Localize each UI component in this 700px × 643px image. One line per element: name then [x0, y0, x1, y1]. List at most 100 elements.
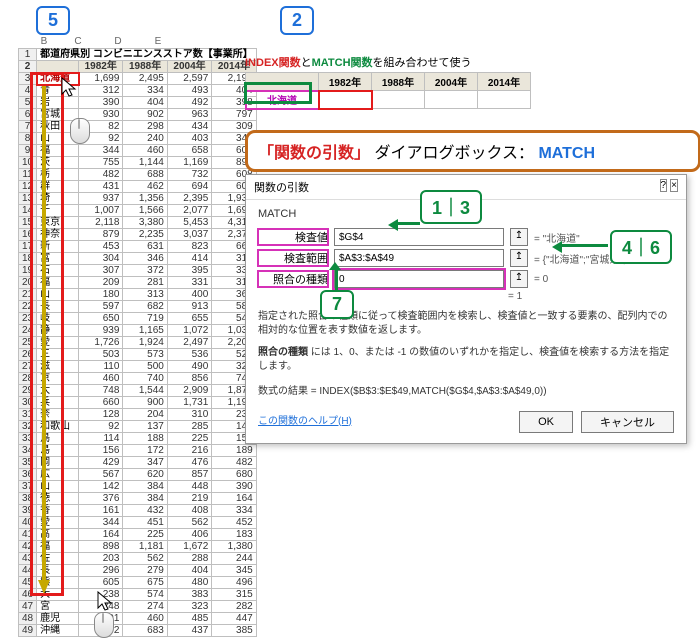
table-row[interactable]: 34島156172216189	[19, 445, 257, 457]
table-row[interactable]: 9福344460658608	[19, 145, 257, 157]
spreadsheet-left[interactable]: 1都道府県別 コンビニエンスストア数【事業所】 2 1982年 1988年 20…	[18, 48, 257, 637]
table-row[interactable]: 46大238574383315	[19, 589, 257, 601]
table-row[interactable]: 42福8981,1811,6721,380	[19, 541, 257, 553]
mouse-icon	[94, 612, 114, 640]
table-row[interactable]: 3北海道1,6992,4952,5972,194	[19, 73, 257, 85]
result-cell[interactable]	[319, 91, 372, 109]
table-row[interactable]: 18富304346414314	[19, 253, 257, 265]
callout-5: 5	[36, 6, 70, 35]
table-row[interactable]: 25愛1,7261,9242,4972,204	[19, 337, 257, 349]
table-row[interactable]: 23岐650719655548	[19, 313, 257, 325]
table-row[interactable]: 4青312334493404	[19, 85, 257, 97]
dialog-close-button[interactable]: ×	[670, 179, 678, 192]
arg-label-lookup-array: 検査範囲	[258, 250, 328, 266]
table-row[interactable]: 44長296279404345	[19, 565, 257, 577]
table-row[interactable]: 32和歌山92137285145	[19, 421, 257, 433]
year-head: 1982年	[79, 61, 123, 73]
table-row[interactable]: 8山92240403344	[19, 133, 257, 145]
table-row[interactable]: 45熊605675480496	[19, 577, 257, 589]
table-row[interactable]: 24静9391,1651,0721,030	[19, 325, 257, 337]
table-row[interactable]: 33鳥114188225154	[19, 433, 257, 445]
text-match: MATCH関数	[312, 57, 373, 69]
arg-input-lookup-value[interactable]	[334, 228, 504, 246]
arg-input-match-type[interactable]	[334, 270, 504, 288]
table-row[interactable]: 48鹿児391460485447	[19, 613, 257, 625]
col-head: D	[98, 36, 138, 47]
callout-7: 7	[320, 290, 354, 319]
table-row[interactable]: 7秋田82298434309	[19, 121, 257, 133]
arg-result: = 0	[534, 274, 548, 285]
arrow-to-match-type	[335, 268, 338, 290]
table-row[interactable]: 36広567620857680	[19, 469, 257, 481]
table-row[interactable]: 19石307372395334	[19, 265, 257, 277]
arrow-to-lookup-value	[398, 222, 420, 225]
table-row[interactable]: 37山142384448390	[19, 481, 257, 493]
table-row[interactable]: 13埼9371,3562,3951,930	[19, 193, 257, 205]
arg-label-lookup-value: 検査値	[258, 229, 328, 245]
table-row[interactable]: 20福209281331318	[19, 277, 257, 289]
table-row[interactable]: 12群431462694606	[19, 181, 257, 193]
dialog-title: 関数の引数	[254, 179, 309, 195]
cursor-icon	[60, 76, 78, 98]
help-link[interactable]: この関数のヘルプ(H)	[258, 412, 352, 427]
table-row[interactable]: 49沖縄492683437385	[19, 625, 257, 637]
collapse-dialog-icon[interactable]: ↥	[510, 228, 528, 246]
col-head: C	[58, 36, 98, 47]
text-index: INDEX関数	[245, 57, 301, 69]
result-label: 数式の結果 =	[258, 386, 319, 397]
year-cell: 1988年	[372, 73, 425, 91]
collapse-dialog-icon[interactable]: ↥	[510, 270, 528, 288]
table-row[interactable]: 6宮城930902963797	[19, 109, 257, 121]
right-formula-area: INDEX関数とMATCH関数を組み合わせて使う 1982年 1988年 200…	[245, 54, 531, 109]
table-row[interactable]: 22長597682913587	[19, 301, 257, 313]
table-row[interactable]: 14千1,0071,5662,0771,694	[19, 205, 257, 217]
table-row[interactable]: 5岩390404492398	[19, 97, 257, 109]
arg-description: 照合の種類 には 1、0、または -1 の数値のいずれかを指定し、検査値を検索す…	[258, 346, 674, 374]
col-head: E	[138, 36, 178, 47]
table-row[interactable]: 16神奈8792,2353,0372,373	[19, 229, 257, 241]
year-head: 1988年	[123, 61, 167, 73]
lookup-key-cell[interactable]: 北海道	[246, 91, 319, 109]
table-row[interactable]: 15東京2,1183,3805,4534,319	[19, 217, 257, 229]
instruction-box: 「関数の引数」 ダイアログボックス： MATCH	[245, 130, 700, 172]
table-row[interactable]: 28京460740856741	[19, 373, 257, 385]
dialog-help-button[interactable]: ?	[660, 179, 668, 192]
table-row[interactable]: 41高164225406183	[19, 529, 257, 541]
cancel-button[interactable]: キャンセル	[581, 411, 674, 433]
table-row[interactable]: 30兵6609001,7311,190	[19, 397, 257, 409]
callout-46: 4｜6	[610, 230, 672, 264]
table-row[interactable]: 35岡429347476482	[19, 457, 257, 469]
collapse-dialog-icon[interactable]: ↥	[510, 249, 528, 267]
mouse-icon	[70, 118, 90, 146]
table-row[interactable]: 10茨7551,1441,169899	[19, 157, 257, 169]
table-row[interactable]: 47宮248274323282	[19, 601, 257, 613]
table-row[interactable]: 17新453631823660	[19, 241, 257, 253]
callout-13: 1｜3	[420, 190, 482, 224]
table-row[interactable]: 21山180313400361	[19, 289, 257, 301]
drag-arrow-head	[38, 580, 50, 594]
year-cell: 2004年	[425, 73, 478, 91]
table-row[interactable]: 26三503573536525	[19, 349, 257, 361]
ok-button[interactable]: OK	[519, 411, 573, 433]
col-head: B	[30, 36, 58, 47]
arg-input-lookup-array[interactable]	[334, 249, 504, 267]
year-head: 2004年	[167, 61, 211, 73]
table-row[interactable]: 27滋110500490326	[19, 361, 257, 373]
year-cell: 2014年	[478, 73, 531, 91]
result-formula: INDEX($B$3:$E$49,MATCH($G$4,$A$3:$A$49,0…	[319, 386, 546, 397]
arrow-head-up	[329, 262, 341, 270]
table-row[interactable]: 39香161432408334	[19, 505, 257, 517]
lookup-table[interactable]: 1982年 1988年 2004年 2014年 北海道	[245, 72, 531, 109]
table-row[interactable]: 40愛344451562452	[19, 517, 257, 529]
table-row[interactable]: 29大7481,5442,9091,877	[19, 385, 257, 397]
table-row[interactable]: 43佐203562288244	[19, 553, 257, 565]
table-row[interactable]: 31奈128204310235	[19, 409, 257, 421]
arrow-to-lookup-array	[562, 244, 608, 247]
cursor-icon	[96, 590, 114, 612]
sheet-title: 都道府県別 コンビニエンスストア数【事業所】	[37, 49, 257, 61]
year-cell: 1982年	[319, 73, 372, 91]
table-row[interactable]: 38徳376384219164	[19, 493, 257, 505]
table-row[interactable]: 11栃482688732608	[19, 169, 257, 181]
drag-arrow-stem	[42, 86, 46, 584]
callout-2: 2	[280, 6, 314, 35]
